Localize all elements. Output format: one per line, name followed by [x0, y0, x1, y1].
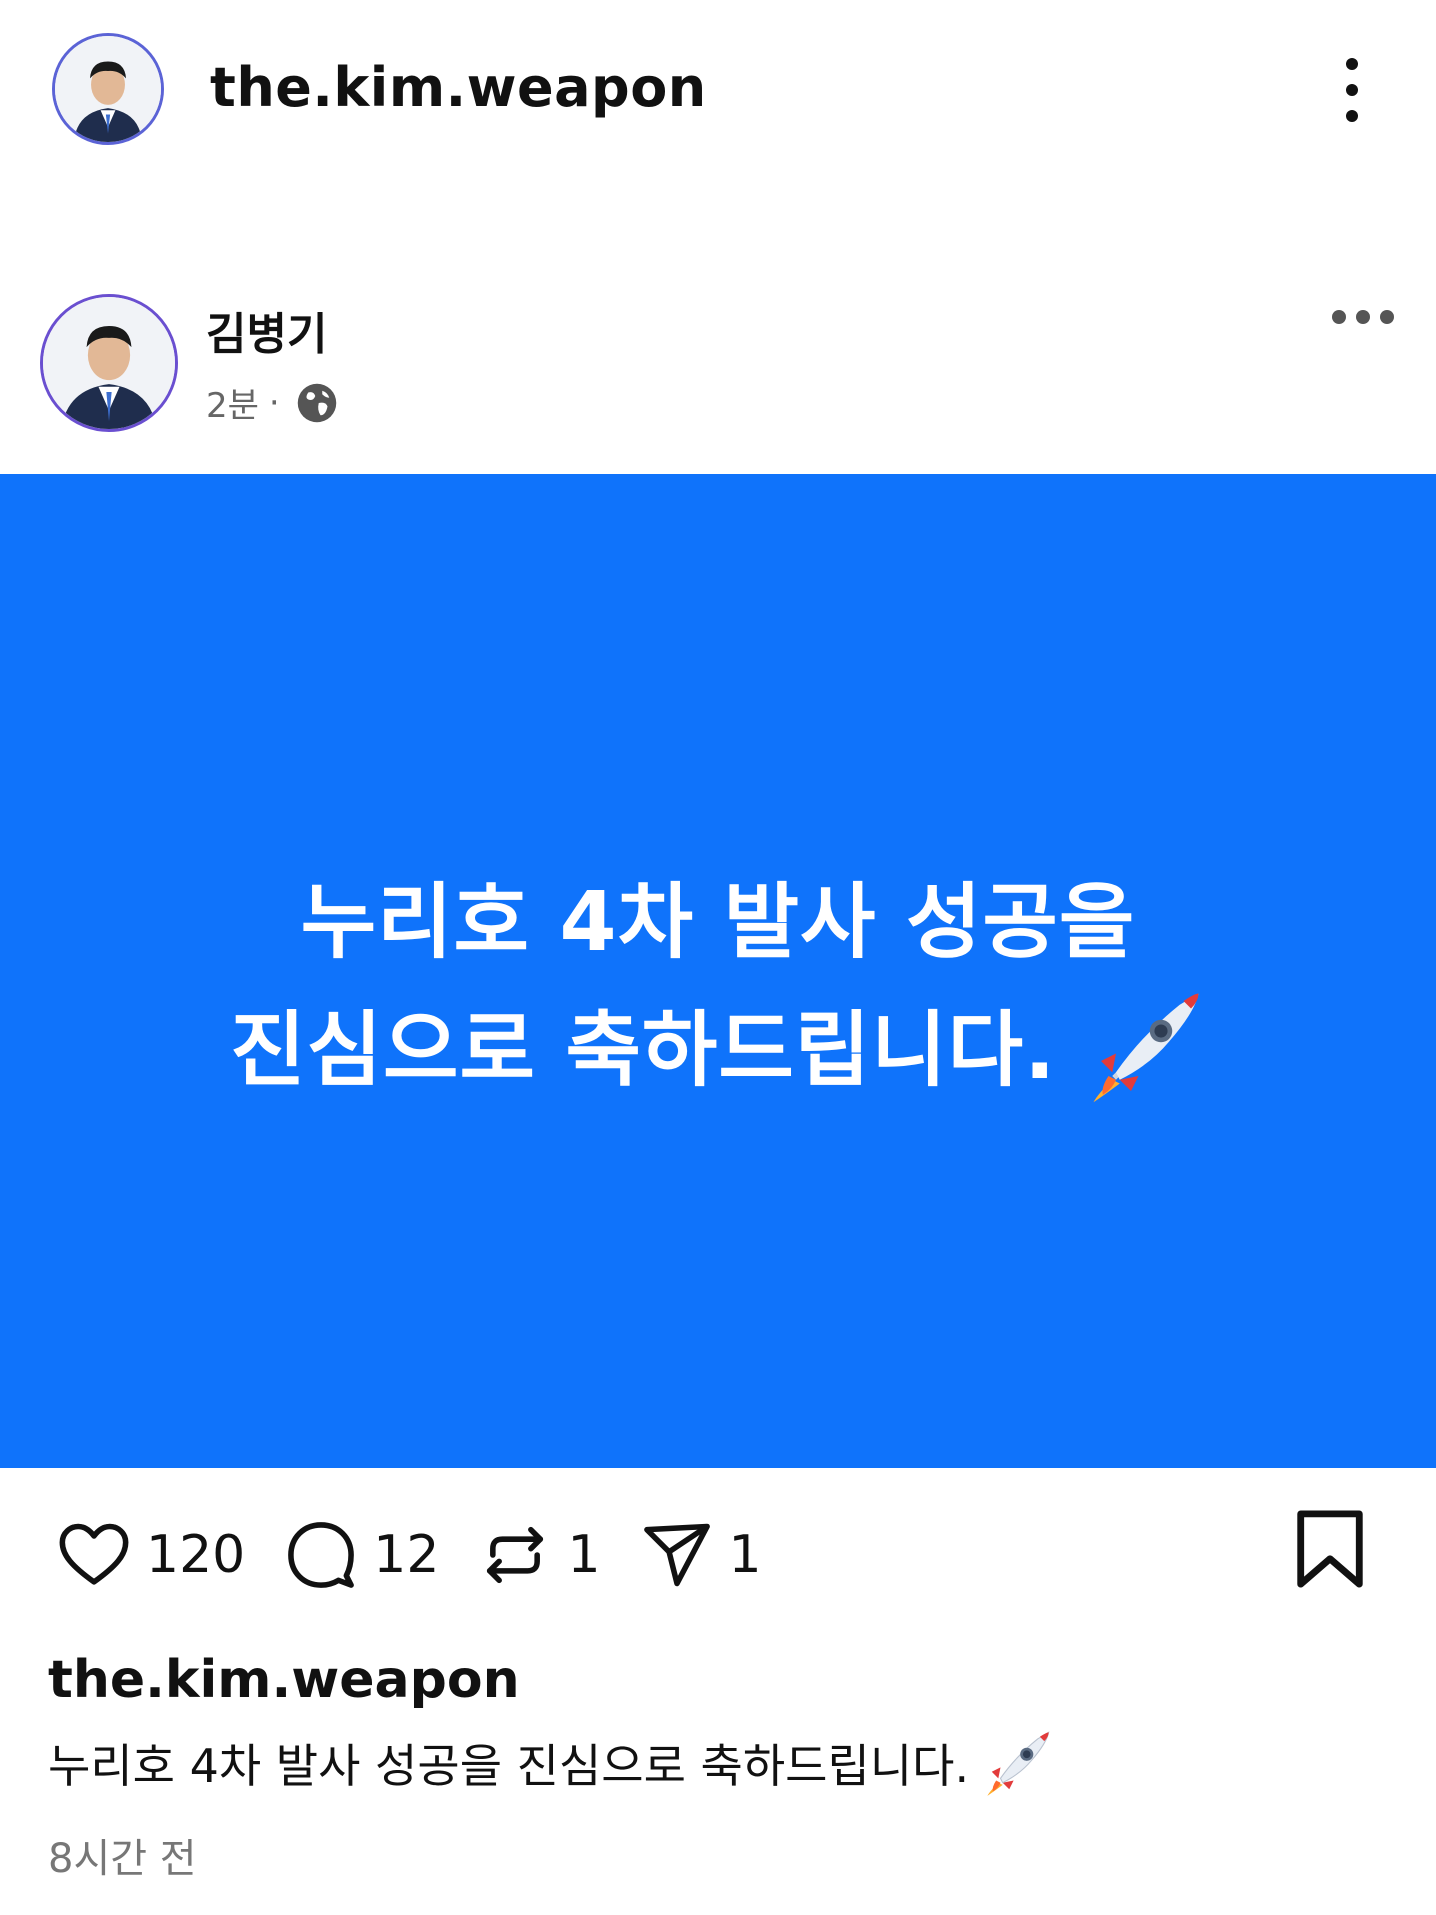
author-name[interactable]: 김병기 — [206, 298, 327, 362]
repost-count: 1 — [567, 1525, 601, 1585]
caption-text: 누리호 4차 발사 성공을 진심으로 축하드립니다. — [48, 1728, 1053, 1798]
more-horizontal-icon[interactable] — [1332, 310, 1394, 324]
send-icon — [643, 1523, 710, 1587]
header-username[interactable]: the.kim.weapon — [210, 56, 707, 119]
rocket-icon — [1093, 993, 1199, 1103]
comment-count: 12 — [373, 1525, 440, 1585]
share-count: 1 — [728, 1525, 762, 1585]
globe-icon — [297, 383, 336, 422]
author-avatar[interactable] — [40, 294, 178, 432]
heart-icon — [59, 1523, 129, 1585]
repost-icon — [487, 1526, 544, 1584]
share-button[interactable]: 1 — [639, 1517, 762, 1593]
person-photo-icon — [55, 36, 161, 142]
profile-avatar[interactable] — [52, 33, 164, 145]
bookmark-icon[interactable] — [1294, 1508, 1366, 1590]
like-count: 120 — [146, 1525, 246, 1585]
image-line-2: 진심으로 축하드립니다. — [0, 986, 1436, 1114]
meta-separator: · — [268, 382, 280, 423]
post-meta: 2분 · — [206, 378, 338, 427]
image-line-1: 누리호 4차 발사 성공을 — [300, 875, 1136, 970]
caption-time: 8시간 전 — [48, 1836, 197, 1882]
post-image-text: 누리호 4차 발사 성공을 진심으로 축하드립니다. — [0, 860, 1436, 1114]
image-line-2-text: 진심으로 축하드립니다. — [230, 1003, 1057, 1098]
kebab-vertical-icon[interactable] — [1330, 58, 1374, 122]
comment-button[interactable]: 12 — [283, 1517, 439, 1593]
rocket-icon — [987, 1731, 1050, 1796]
caption-username[interactable]: the.kim.weapon — [48, 1650, 520, 1710]
repost-button[interactable]: 1 — [477, 1517, 601, 1593]
caption-body: 누리호 4차 발사 성공을 진심으로 축하드립니다. — [48, 1739, 970, 1793]
comment-icon — [288, 1522, 355, 1588]
post-time: 2분 — [206, 386, 259, 426]
person-photo-icon — [43, 297, 175, 429]
action-bar: 120 12 1 1 — [56, 1510, 800, 1600]
like-button[interactable]: 120 — [56, 1517, 245, 1593]
